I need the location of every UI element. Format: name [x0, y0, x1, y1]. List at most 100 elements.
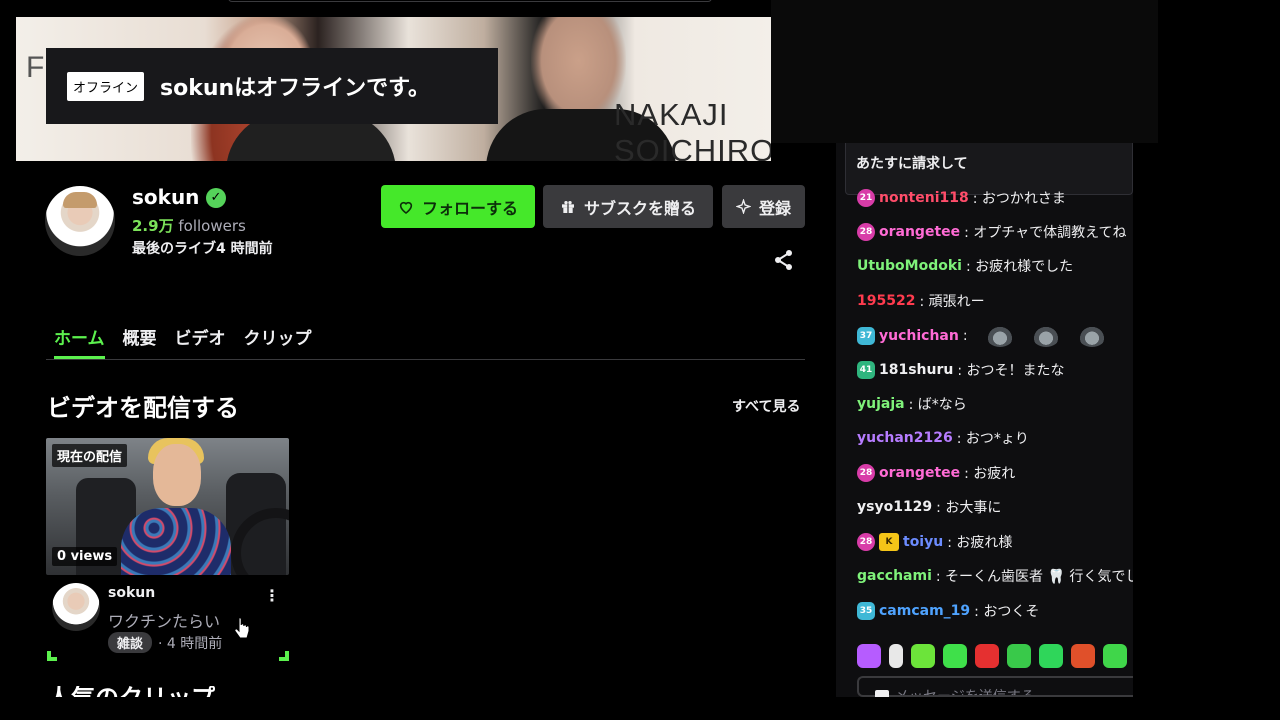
- emote-icon[interactable]: [975, 644, 999, 668]
- chat-message: 195522: 頑張れー: [857, 291, 1133, 311]
- chat-username[interactable]: camcam_19: [879, 603, 970, 619]
- chat-message: gacchami: そーくん歯医者 🦷 行く気でし: [857, 566, 1133, 586]
- chat-username[interactable]: orangetee: [879, 224, 960, 240]
- chat-message: 28 orangetee: オプチャで体調教えてね: [857, 222, 1133, 242]
- mouse-pointer-icon: [234, 617, 250, 639]
- chat-message: 28 Ktoiyu: お疲れ様: [857, 532, 1133, 552]
- chat-text: : 頑張れー: [919, 294, 985, 310]
- chat-text: : お疲れ様: [947, 535, 1013, 551]
- offline-message: sokunはオフラインです。: [160, 76, 430, 101]
- chat-message: UtuboModoki: お疲れ様でした: [857, 256, 1133, 276]
- subscriber-badge-icon[interactable]: 21: [857, 189, 875, 207]
- see-all-link[interactable]: すべて見る: [732, 396, 800, 416]
- chat-text: : おつ*ょり: [956, 431, 1029, 447]
- video-channel-avatar[interactable]: [52, 583, 100, 631]
- chat-input[interactable]: メッセージを送信する: [857, 676, 1133, 697]
- chat-text: : おつそ！またな: [957, 363, 1065, 379]
- emote-icon[interactable]: [911, 644, 935, 668]
- subscriber-badge-icon[interactable]: 28: [857, 223, 875, 241]
- chat-username[interactable]: gacchami: [857, 568, 932, 584]
- subscriber-badge-icon[interactable]: 37: [857, 327, 875, 345]
- focus-corner-icon: [279, 651, 289, 661]
- chat-username[interactable]: yujaja: [857, 396, 905, 412]
- tab-home[interactable]: ホーム: [54, 320, 105, 359]
- subscribe-button[interactable]: 登録: [722, 185, 805, 228]
- emote-bar: [857, 642, 1133, 670]
- chat-username[interactable]: orangetee: [879, 465, 960, 481]
- popular-clips-title: 人気のクリップ: [47, 686, 215, 697]
- tab-about[interactable]: 概要: [123, 320, 157, 359]
- chat-username[interactable]: yuchichan: [879, 328, 959, 344]
- frog-emote-icon: [1031, 325, 1060, 347]
- emote-icon[interactable]: [943, 644, 967, 668]
- overlay-dark-area: [771, 0, 1158, 143]
- chat-text: : お疲れ様でした: [965, 259, 1074, 275]
- video-time: · 4 時間前: [158, 635, 223, 652]
- chat-text: : ば*なら: [908, 397, 967, 413]
- heart-icon: [399, 201, 413, 214]
- video-title[interactable]: ワクチンたらい: [108, 608, 220, 632]
- tab-videos[interactable]: ビデオ: [175, 320, 226, 359]
- offline-badge: オフライン: [67, 71, 145, 101]
- more-options-icon[interactable]: ⋮: [264, 586, 280, 605]
- views-badge: 0 views: [52, 547, 118, 566]
- chat-message: 41 181shuru: おつそ！またな: [857, 360, 1133, 380]
- frog-emote-icon: [985, 325, 1014, 347]
- chat-username[interactable]: toiyu: [903, 534, 943, 550]
- channel-tabs: ホーム 概要 ビデオ クリップ: [46, 320, 805, 360]
- emote-icon[interactable]: [1071, 644, 1095, 668]
- focus-corner-icon: [47, 651, 57, 661]
- chat-message: 28 orangetee: お疲れ: [857, 463, 1133, 483]
- chat-badge-icon[interactable]: [875, 690, 889, 697]
- channel-avatar[interactable]: [45, 186, 115, 256]
- video-channel-name[interactable]: sokun: [108, 585, 155, 601]
- emote-icon[interactable]: [1007, 644, 1031, 668]
- banner-letter: F: [26, 51, 45, 84]
- chat-text: : お大事に: [936, 500, 1002, 516]
- emote-icon[interactable]: [857, 644, 881, 668]
- subscriber-badge-icon[interactable]: 35: [857, 602, 875, 620]
- videos-section-title: ビデオを配信する: [47, 394, 239, 422]
- live-badge: 現在の配信: [52, 444, 128, 467]
- bottom-letterbox: [0, 697, 1280, 720]
- emote-icon[interactable]: [1103, 644, 1127, 668]
- chat-username[interactable]: ysyo1129: [857, 499, 932, 515]
- followers-count: 2.9万 followers: [132, 217, 246, 235]
- gift-icon: [561, 200, 574, 213]
- top-search-bar[interactable]: [228, 0, 712, 2]
- chat-username[interactable]: yuchan2126: [857, 430, 953, 446]
- chat-username[interactable]: 181shuru: [879, 362, 953, 378]
- video-meta: 雑談 · 4 時間前: [108, 632, 222, 653]
- chat-username[interactable]: UtuboModoki: [857, 258, 962, 274]
- chat-text: :: [962, 328, 968, 344]
- emote-icon[interactable]: [889, 644, 903, 668]
- chat-message: yujaja: ば*なら: [857, 394, 1133, 414]
- chat-message: 21 nonteni118: おつかれさま: [857, 188, 1133, 208]
- chat-text: : おつくそ: [974, 604, 1040, 620]
- gift-sub-button[interactable]: サブスクを贈る: [543, 185, 713, 228]
- channel-name[interactable]: sokun: [132, 185, 199, 209]
- banner-name: NAKAJI SOICHIRO: [614, 97, 771, 161]
- share-icon[interactable]: [772, 248, 796, 272]
- chat-text: : お疲れ: [964, 466, 1016, 482]
- chat-message: 35 camcam_19: おつくそ: [857, 601, 1133, 621]
- subscriber-badge-icon[interactable]: 28: [857, 533, 875, 551]
- star-icon: [735, 199, 751, 214]
- chat-message: 37 yuchichan:: [857, 325, 1133, 347]
- subscriber-badge-icon[interactable]: 28: [857, 464, 875, 482]
- verified-icon: ✓: [206, 188, 226, 208]
- chat-username[interactable]: nonteni118: [879, 190, 969, 206]
- chat-username[interactable]: 195522: [857, 293, 915, 309]
- frog-emote-icon: [1077, 325, 1106, 347]
- chat-message: yuchan2126: おつ*ょり: [857, 428, 1133, 448]
- chat-text: : オプチャで体調教えてね: [964, 225, 1127, 241]
- chat-text: : そーくん歯医者 🦷 行く気でし: [935, 569, 1133, 585]
- chat-message: ysyo1129: お大事に: [857, 497, 1133, 517]
- tab-clips[interactable]: クリップ: [244, 320, 312, 359]
- k-badge-icon[interactable]: K: [879, 533, 899, 551]
- offline-card: オフライン sokunはオフラインです。: [46, 48, 498, 124]
- emote-icon[interactable]: [1039, 644, 1063, 668]
- category-tag[interactable]: 雑談: [108, 632, 153, 653]
- follow-button[interactable]: フォローする: [381, 185, 535, 228]
- subscriber-badge-icon[interactable]: 41: [857, 361, 875, 379]
